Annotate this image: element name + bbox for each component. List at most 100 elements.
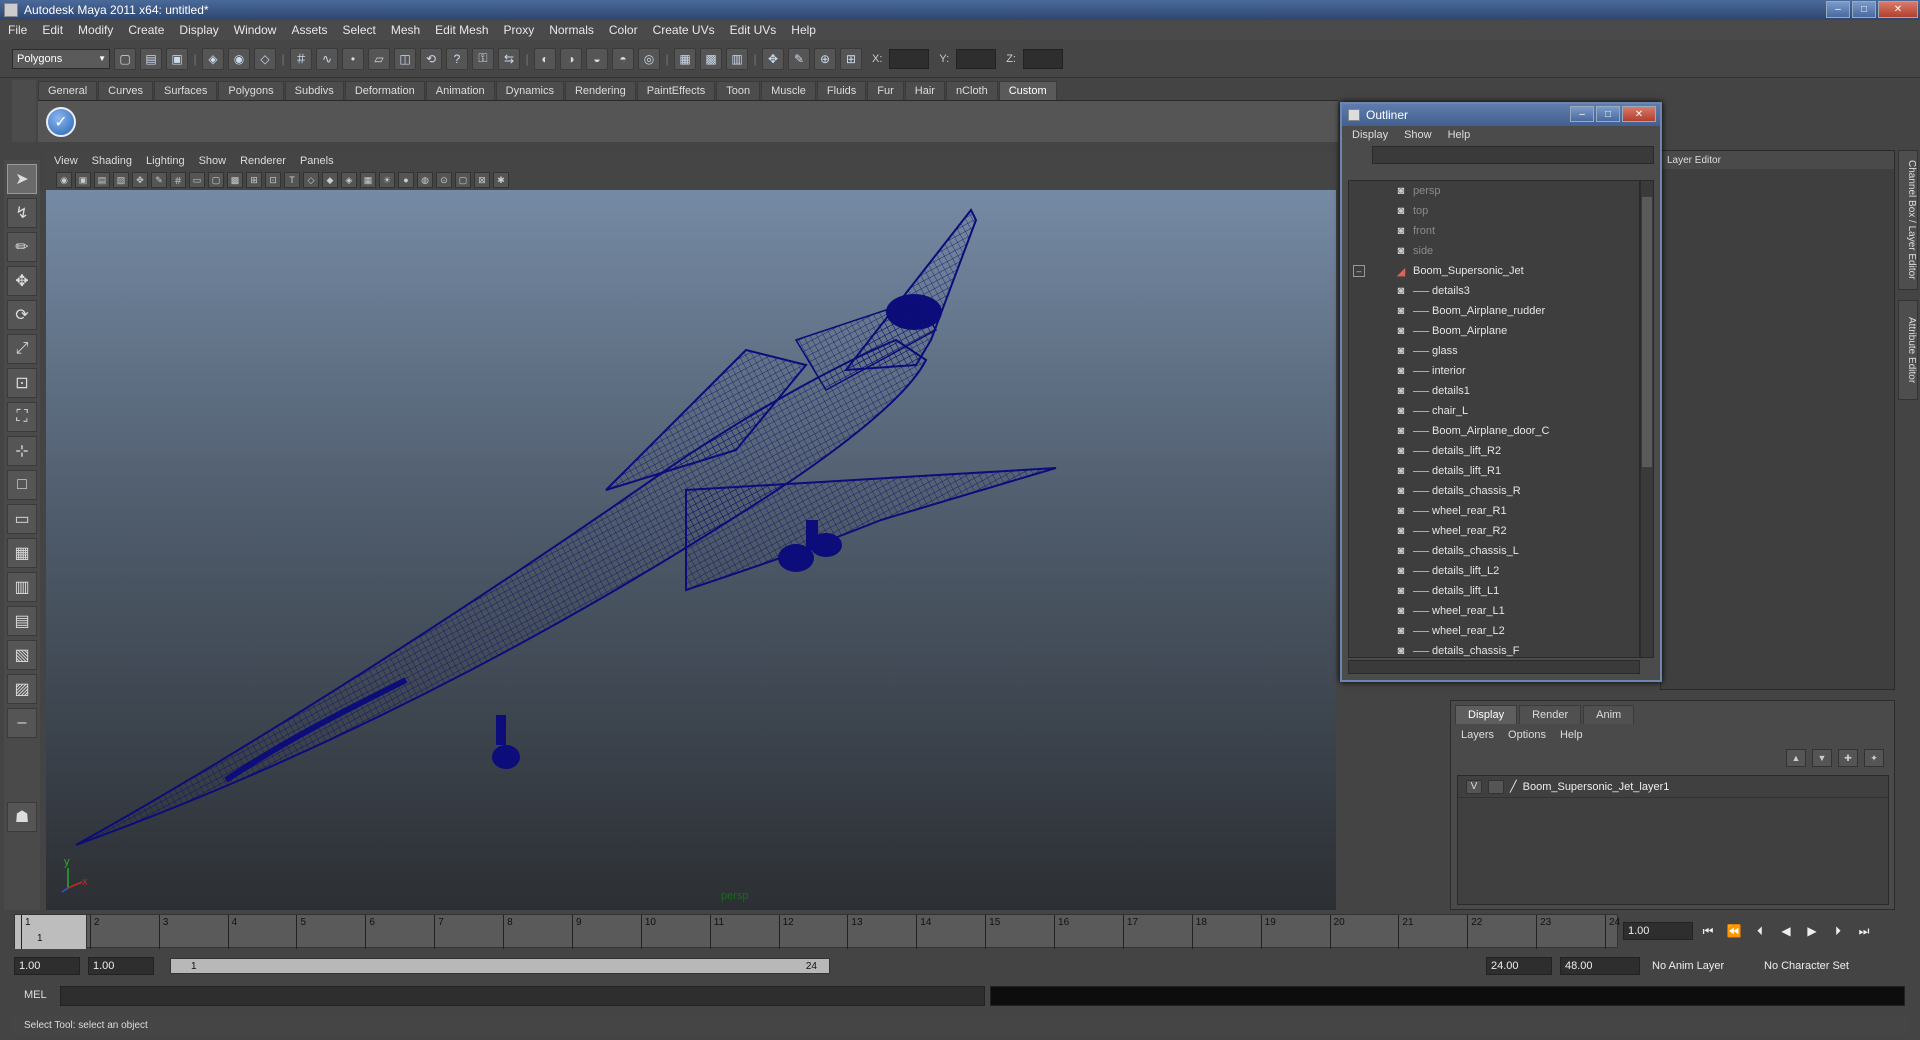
outliner-item-persp[interactable]: ◙ persp [1349, 181, 1639, 201]
rotate-tool-icon[interactable]: ⟳ [7, 300, 37, 330]
lock-icon[interactable]: ⚿ [472, 47, 494, 70]
anim-layer-selector[interactable]: No Anim Layer [1648, 957, 1752, 975]
new-layer-icon[interactable]: ✚ [1838, 749, 1858, 767]
new-layer-selected-icon[interactable]: ✦ [1864, 749, 1884, 767]
panel-menu-shading[interactable]: Shading [92, 155, 132, 167]
menu-modify[interactable]: Modify [78, 23, 113, 37]
soft-modification-icon[interactable]: ⛶ [7, 402, 37, 432]
outliner-maximize-button[interactable]: □ [1596, 106, 1620, 122]
panel-menu-lighting[interactable]: Lighting [146, 155, 185, 167]
maximize-button[interactable]: □ [1852, 1, 1876, 18]
smooth-shade-icon[interactable]: ◆ [322, 172, 338, 188]
shelf-tab-fluids[interactable]: Fluids [816, 81, 867, 100]
menu-edit-mesh[interactable]: Edit Mesh [435, 23, 488, 37]
visibility-toggle[interactable]: V [1466, 779, 1482, 794]
last-tool-icon[interactable]: □ [7, 470, 37, 500]
channel-box-tab[interactable]: Channel Box / Layer Editor [1898, 150, 1918, 290]
menu-set-selector[interactable]: Polygons ▼ [12, 48, 110, 69]
layer-tab-display[interactable]: Display [1455, 705, 1518, 724]
edit-mode-icon[interactable]: ✎ [788, 47, 810, 70]
textured-icon[interactable]: ▦ [360, 172, 376, 188]
outliner-item-child[interactable]: ◙ details_chassis_L [1349, 541, 1639, 561]
command-input[interactable] [60, 986, 985, 1006]
animation-end-field[interactable]: 48.00 [1560, 957, 1640, 975]
render-frame-icon[interactable]: ◑ [560, 47, 582, 70]
outliner-item-child[interactable]: ◙ wheel_rear_R1 [1349, 501, 1639, 521]
safe-action-icon[interactable]: ⊡ [265, 172, 281, 188]
resolution-gate-icon[interactable]: ▢ [208, 172, 224, 188]
y-field[interactable] [956, 48, 997, 69]
open-scene-icon[interactable]: ▤ [140, 47, 162, 70]
outliner-item-child[interactable]: ◙ glass [1349, 341, 1639, 361]
shelf-tab-general[interactable]: General [38, 81, 98, 100]
xray-active-icon[interactable]: ✱ [493, 172, 509, 188]
shelf-tab-polygons[interactable]: Polygons [218, 81, 284, 100]
outliner-item-child[interactable]: ◙ chair_L [1349, 401, 1639, 421]
new-scene-icon[interactable]: ▢ [114, 47, 136, 70]
render-view-icon[interactable]: ◐ [534, 47, 556, 70]
outliner-item-child[interactable]: ◙ wheel_rear_R2 [1349, 521, 1639, 541]
field-chart-icon[interactable]: ⊞ [246, 172, 262, 188]
single-perspective-layout-icon[interactable]: ▭ [7, 504, 37, 534]
shelf-tab-fur[interactable]: Fur [867, 81, 904, 100]
help-icon[interactable]: ? [446, 47, 468, 70]
pivot-icon[interactable]: ⊕ [814, 47, 836, 70]
outliner-item-child[interactable]: ◙ details_lift_R1 [1349, 461, 1639, 481]
outliner-vertical-scrollbar[interactable] [1640, 180, 1654, 658]
persp-outliner-layout-icon[interactable]: ▥ [7, 572, 37, 602]
lights-icon[interactable]: ☀ [379, 172, 395, 188]
menu-select[interactable]: Select [342, 23, 375, 37]
close-button[interactable]: ✕ [1878, 1, 1918, 18]
layer-tab-render[interactable]: Render [1519, 705, 1582, 724]
history-icon[interactable]: ⟲ [420, 47, 442, 70]
select-component-icon[interactable]: ◇ [254, 47, 276, 70]
menu-display[interactable]: Display [179, 23, 218, 37]
outliner-search-input[interactable] [1372, 146, 1654, 164]
shelf-tab-hair[interactable]: Hair [904, 81, 945, 100]
move-tool-icon[interactable]: ✥ [7, 266, 37, 296]
lasso-tool-icon[interactable]: ↯ [7, 198, 37, 228]
character-set-selector[interactable]: No Character Set [1760, 957, 1880, 975]
render-settings-icon[interactable]: ◓ [612, 47, 634, 70]
xray-joints-icon[interactable]: ⊠ [474, 172, 490, 188]
outliner-item-child[interactable]: ◙ details1 [1349, 381, 1639, 401]
outliner-item-child[interactable]: ◙ wheel_rear_L2 [1349, 621, 1639, 641]
shelf-tab-custom[interactable]: Custom [998, 81, 1057, 100]
shelf-tab-painteffects[interactable]: PaintEffects [636, 81, 716, 100]
menu-assets[interactable]: Assets [291, 23, 327, 37]
shelf-menu-handle[interactable] [12, 80, 36, 142]
outliner-item-child[interactable]: ◙ details_lift_L2 [1349, 561, 1639, 581]
outliner-minimize-button[interactable]: – [1570, 106, 1594, 122]
snap-plane-icon[interactable]: ▱ [368, 47, 390, 70]
camera-icon[interactable]: ▩ [700, 47, 722, 70]
outliner-item-side[interactable]: ◙ side [1349, 241, 1639, 261]
outliner-item-child[interactable]: ◙ interior [1349, 361, 1639, 381]
outliner-item-child[interactable]: ◙ Boom_Airplane_rudder [1349, 301, 1639, 321]
construction-history-icon[interactable]: ▦ [674, 47, 696, 70]
step-forward-frame-icon[interactable]: ⏵ [1828, 922, 1848, 940]
panel-menu-view[interactable]: View [54, 155, 78, 167]
go-to-end-icon[interactable]: ⏭ [1854, 922, 1874, 940]
gate-mask-icon[interactable]: ▩ [227, 172, 243, 188]
menu-file[interactable]: File [8, 23, 27, 37]
range-slider[interactable]: 1 24 [170, 958, 830, 974]
outliner-item-child[interactable]: ◙ details3 [1349, 281, 1639, 301]
paint-select-icon[interactable]: ✏ [7, 232, 37, 262]
safe-title-icon[interactable]: T [284, 172, 300, 188]
wireframe-icon[interactable]: ◇ [303, 172, 319, 188]
shelf-tab-deformation[interactable]: Deformation [344, 81, 425, 100]
input-output-icon[interactable]: ⇆ [498, 47, 520, 70]
outliner-item-child[interactable]: ◙ Boom_Airplane_door_C [1349, 421, 1639, 441]
outliner-item-group[interactable]: – ◢ Boom_Supersonic_Jet [1349, 261, 1639, 281]
snap-grid-icon[interactable]: ＃ [290, 47, 312, 70]
shelf-tab-curves[interactable]: Curves [98, 81, 153, 100]
select-object-icon[interactable]: ◉ [228, 47, 250, 70]
move-mode-icon[interactable]: ✥ [762, 47, 784, 70]
shelf-tab-surfaces[interactable]: Surfaces [153, 81, 218, 100]
time-slider[interactable]: 1 1 2 3 4 5 6 7 8 9 10 11 12 13 14 15 16 17 18 19 20 21 22 23 2… [14, 914, 1620, 949]
menu-normals[interactable]: Normals [549, 23, 594, 37]
outliner-title-bar[interactable]: Outliner – □ ✕ [1342, 104, 1660, 126]
attribute-editor-tab[interactable]: Attribute Editor [1898, 300, 1918, 400]
shelf-tab-muscle[interactable]: Muscle [761, 81, 816, 100]
shelf-tab-rendering[interactable]: Rendering [564, 81, 636, 100]
